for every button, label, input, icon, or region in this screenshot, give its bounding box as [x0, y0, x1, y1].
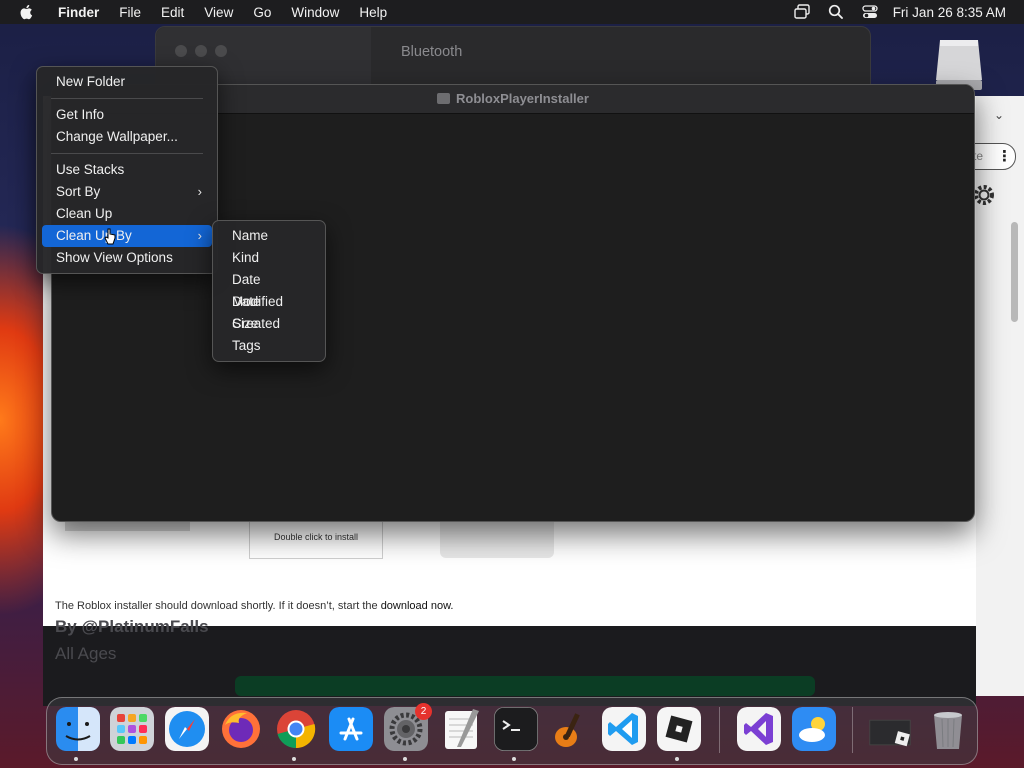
finder-window-title: RobloxPlayerInstaller [456, 91, 589, 106]
menu-file[interactable]: File [109, 5, 151, 20]
submenu-item-kind[interactable]: Kind [218, 247, 320, 269]
menu-item-change-wallpaper[interactable]: Change Wallpaper... [42, 126, 212, 148]
clean-up-by-label: Clean Up By [56, 228, 132, 243]
menu-view[interactable]: View [194, 5, 243, 20]
running-indicator [403, 757, 407, 761]
roblox-app-icon[interactable] [657, 707, 701, 751]
menu-edit[interactable]: Edit [151, 5, 194, 20]
menu-item-clean-up[interactable]: Clean Up [42, 203, 212, 225]
menu-item-new-folder[interactable]: New Folder [42, 71, 212, 93]
notification-badge: 2 [415, 703, 432, 720]
finder-app-icon[interactable] [56, 707, 100, 751]
menu-app-finder[interactable]: Finder [48, 5, 109, 20]
page-scrollbar[interactable] [1011, 222, 1018, 322]
zoom-window-button[interactable] [215, 45, 227, 57]
menu-separator [51, 153, 203, 154]
install-step-card: Double click to install [249, 520, 383, 559]
more-options-icon[interactable]: ⋮ [997, 147, 1012, 165]
menu-separator [51, 98, 203, 99]
sort-by-label: Sort By [56, 184, 101, 199]
disk-image-icon [437, 93, 451, 104]
install-screenshot [440, 520, 554, 558]
chrome-app-icon[interactable] [274, 707, 318, 751]
chevron-right-icon: › [197, 228, 202, 243]
download-text: The Roblox installer should download sho… [55, 600, 381, 612]
downloads-stack-icon[interactable] [868, 707, 912, 751]
game-age-rating: All Ages [55, 644, 117, 663]
submenu-item-name[interactable]: Name [218, 225, 320, 247]
menu-help[interactable]: Help [349, 5, 397, 20]
weather-app-icon[interactable] [792, 707, 836, 751]
running-indicator [675, 757, 679, 761]
apple-menu-icon[interactable] [18, 3, 36, 21]
dock-separator [852, 707, 853, 753]
close-window-button[interactable] [175, 45, 187, 57]
textedit-app-icon[interactable] [439, 707, 483, 751]
install-caption: Double click to install [273, 532, 359, 542]
menu-go[interactable]: Go [243, 5, 281, 20]
app-store-app-icon[interactable] [329, 707, 373, 751]
trash-icon[interactable] [926, 707, 970, 751]
screen-mirroring-icon[interactable] [793, 3, 811, 21]
download-now-link[interactable]: download now. [381, 600, 454, 612]
menu-item-sort-by[interactable]: Sort By › [42, 181, 212, 203]
control-center-icon[interactable] [861, 3, 879, 21]
play-button[interactable] [235, 676, 815, 696]
menu-item-show-view-options[interactable]: Show View Options [42, 247, 212, 269]
submenu-item-tags[interactable]: Tags [218, 335, 320, 357]
launchpad-app-icon[interactable] [110, 707, 154, 751]
spotlight-search-icon[interactable] [827, 3, 845, 21]
menu-item-get-info[interactable]: Get Info [42, 104, 212, 126]
chevron-down-icon[interactable]: ⌄ [994, 108, 1004, 122]
visual-studio-app-icon[interactable] [737, 707, 781, 751]
menu-item-clean-up-by[interactable]: Clean Up By › [42, 225, 212, 247]
game-author: By @PlatinumFalls [55, 617, 209, 636]
chevron-right-icon: › [197, 184, 202, 199]
running-indicator [74, 757, 78, 761]
desktop-context-menu: New Folder Get Info Change Wallpaper... … [36, 66, 218, 274]
submenu-item-date-created[interactable]: Date Created [218, 291, 320, 331]
dock-separator [719, 707, 720, 753]
download-message: The Roblox installer should download sho… [55, 600, 453, 612]
firefox-app-icon[interactable] [219, 707, 263, 751]
submenu-item-size[interactable]: Size [218, 313, 320, 335]
running-indicator [512, 757, 516, 761]
running-indicator [292, 757, 296, 761]
safari-app-icon[interactable] [165, 707, 209, 751]
menu-bar: Finder File Edit View Go Window Help Fri… [0, 0, 1024, 24]
menu-clock[interactable]: Fri Jan 26 8:35 AM [893, 5, 1006, 20]
submenu-item-date-modified[interactable]: Date Modified [218, 269, 320, 309]
mouse-cursor-icon [104, 228, 116, 245]
vscode-app-icon[interactable] [602, 707, 646, 751]
minimize-window-button[interactable] [195, 45, 207, 57]
terminal-app-icon[interactable] [494, 707, 538, 751]
menu-item-use-stacks[interactable]: Use Stacks [42, 159, 212, 181]
garageband-app-icon[interactable] [548, 707, 592, 751]
settings-pane-title: Bluetooth [401, 44, 463, 60]
clean-up-by-submenu: Name Kind Date Modified Date Created Siz… [212, 220, 326, 362]
menu-window[interactable]: Window [281, 5, 349, 20]
